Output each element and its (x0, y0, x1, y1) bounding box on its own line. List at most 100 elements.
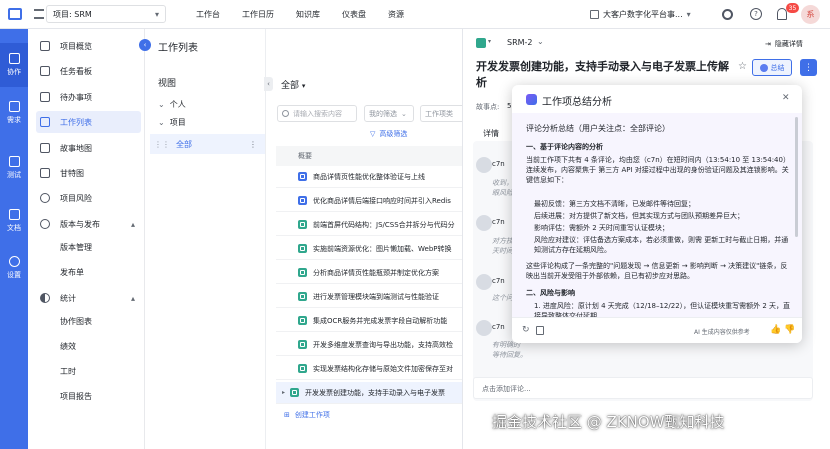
top-nav: 工作台 工作日历 知识库 仪表盘 资源 (196, 9, 404, 20)
document-icon (8, 209, 20, 220)
menu-icon[interactable] (34, 9, 44, 19)
tab-details[interactable]: 详情 (483, 128, 499, 139)
chevron-up-icon: ▴ (130, 293, 135, 303)
scrollbar[interactable] (795, 117, 798, 237)
expand-icon[interactable]: ▸ (282, 389, 285, 396)
close-icon[interactable]: ✕ (782, 93, 790, 103)
rail-item-settings[interactable]: 设置 (0, 246, 28, 290)
project-selector[interactable]: 项目: SRM ▾ (46, 5, 166, 23)
sidebar-item-todo[interactable]: 待办事项 (36, 86, 141, 108)
more-actions-button[interactable]: ⋮ (800, 59, 817, 76)
bullet-item: 后续进展：对方提供了新文档，但其实现方式与团队预期差异巨大； (534, 212, 744, 220)
sidebar-subitem-charts[interactable]: 协作图表 (60, 316, 92, 327)
row-title: 开发多维度发票查询与导出功能，支持高效检 (313, 340, 453, 349)
logo-icon[interactable] (8, 8, 22, 20)
nav-resources[interactable]: 资源 (388, 9, 404, 20)
refresh-icon[interactable]: ↻ (522, 325, 530, 335)
sidebar-item-storymap[interactable]: 故事地图 (36, 137, 141, 159)
view-group-personal[interactable]: ⌄ 个人 (158, 99, 186, 110)
copy-icon[interactable] (536, 326, 544, 335)
chevron-down-icon: ⌄ (158, 100, 165, 109)
table-row[interactable]: 优化商品详情后端接口响应时间并引入Redis (276, 190, 463, 212)
summary-button[interactable]: 总结 (752, 59, 792, 76)
sidebar-subitem-reports[interactable]: 项目报告 (60, 391, 92, 402)
risk-icon (40, 193, 50, 203)
advanced-filter-button[interactable]: ▽ 高级筛选 (370, 129, 407, 139)
clipboard-icon (8, 156, 20, 167)
collapse-sidebar-button[interactable]: ‹ (139, 39, 151, 51)
nav-workbench[interactable]: 工作台 (196, 9, 220, 20)
search-input[interactable]: 请输入搜索内容 (277, 105, 357, 122)
thumbs-up-icon[interactable]: 👍 (770, 325, 781, 335)
rail-item-collab[interactable]: 协作 (0, 43, 28, 87)
item-id[interactable]: SRM-2 (507, 38, 533, 47)
table-row[interactable]: 实施前端资源优化：图片懒加载、WebP转换 (276, 238, 463, 260)
org-selector[interactable]: 大客户数字化平台事... ▾ (590, 5, 708, 23)
my-filter-select[interactable]: 我的筛选 ⌄ (364, 105, 414, 122)
add-comment-input[interactable]: 点击添加评论... (473, 377, 813, 399)
story-icon (298, 220, 307, 229)
chevron-up-icon: ▴ (130, 219, 135, 229)
view-item-label: 全部 (176, 139, 192, 149)
ai-disclaimer: AI 生成内容仅供参考 (694, 329, 750, 336)
row-title: 集成OCR服务并完成发票字段自动解析功能 (313, 316, 448, 325)
nav-knowledge[interactable]: 知识库 (296, 9, 320, 20)
comment-line: 对方技 (492, 237, 513, 245)
nav-dashboard[interactable]: 仪表盘 (342, 9, 366, 20)
sidebar-subitem-performance[interactable]: 绩效 (60, 341, 76, 352)
help-icon[interactable]: ? (750, 8, 762, 20)
story-icon (298, 364, 307, 373)
sidebar-subitem-releases[interactable]: 发布单 (60, 267, 84, 278)
chevron-down-icon[interactable]: ⌄ (537, 37, 544, 46)
thumbs-down-icon[interactable]: 👎 (784, 325, 795, 335)
rail-item-testing[interactable]: 测试 (0, 146, 28, 190)
sidebar-item-gantt[interactable]: 甘特图 (36, 162, 141, 184)
sidebar-item-board[interactable]: 任务看板 (36, 60, 141, 82)
sidebar-item-release[interactable]: 版本与发布 ▴ (36, 213, 141, 235)
hide-details-button[interactable]: ⇥ 隐藏详情 (765, 39, 803, 49)
checklist-icon (40, 92, 50, 102)
page-title: 工作列表 (158, 43, 198, 54)
collapse-views-button[interactable]: ‹ (264, 77, 273, 91)
sidebar-item-risk[interactable]: 项目风险 (36, 187, 141, 209)
nav-calendar[interactable]: 工作日历 (242, 9, 274, 20)
table-row[interactable]: ▸ 开发发票创建功能，支持手动录入与电子发票 (276, 382, 463, 404)
map-icon (40, 143, 50, 153)
sidebar-item-stats[interactable]: 统计 ▴ (36, 287, 141, 309)
comment-line: 收到， (492, 179, 513, 187)
comment-author: c7n (492, 218, 505, 226)
sidebar-item-worklist[interactable]: 工作列表 (36, 111, 141, 133)
table-row[interactable]: 集成OCR服务并完成发票字段自动解析功能 (276, 310, 463, 332)
item-type-icon[interactable] (476, 38, 486, 48)
table-row[interactable]: 进行发票管理模块端到端测试与性能验证 (276, 286, 463, 308)
star-icon[interactable]: ☆ (738, 61, 747, 72)
row-title: 前端首屏代码结构：JS/CSS合并拆分与代码分 (313, 220, 455, 229)
table-row[interactable]: 前端首屏代码结构：JS/CSS合并拆分与代码分 (276, 214, 463, 236)
more-icon[interactable]: ⋮ (249, 140, 257, 149)
sidebar-subitem-worktime[interactable]: 工时 (60, 366, 76, 377)
table-row[interactable]: 实现发票结构化存储与原始文件加密保存至对 (276, 358, 463, 380)
type-filter-select[interactable]: 工作项类 (420, 105, 463, 122)
rail-item-docs[interactable]: 文档 (0, 199, 28, 243)
drag-handle-icon[interactable]: ⋮⋮ (154, 140, 170, 149)
create-work-item-button[interactable]: ⊞ 创建工作项 (284, 410, 330, 420)
table-row[interactable]: 分析商品详情页性能瓶颈并制定优化方案 (276, 262, 463, 284)
story-icon (298, 244, 307, 253)
story-icon (298, 316, 307, 325)
caret-down-icon[interactable]: ▾ (488, 38, 491, 45)
ai-logo-icon (526, 94, 537, 105)
sidebar-item-label: 待办事项 (60, 92, 92, 102)
sidebar-subitem-versions[interactable]: 版本管理 (60, 242, 92, 253)
table-row[interactable]: 开发多维度发票查询与导出功能，支持高效检 (276, 334, 463, 356)
sidebar-item-overview[interactable]: 项目概览 (36, 35, 141, 57)
rail-item-requirements[interactable]: 需求 (0, 91, 28, 135)
create-work-item-label: 创建工作项 (294, 411, 330, 419)
avatar[interactable]: 系 (801, 5, 820, 24)
hide-icon: ⇥ (765, 40, 771, 48)
view-group-project[interactable]: ⌄ 项目 (158, 117, 186, 128)
view-item-all[interactable]: ⋮⋮ 全部 ⋮ (150, 134, 265, 154)
list-title[interactable]: 全部 ▾ (281, 78, 305, 91)
left-rail: 协作 需求 测试 文档 设置 (0, 29, 28, 449)
gear-icon[interactable] (722, 9, 733, 20)
table-row[interactable]: 商品详情页性能优化整体验证与上线 (276, 166, 463, 188)
